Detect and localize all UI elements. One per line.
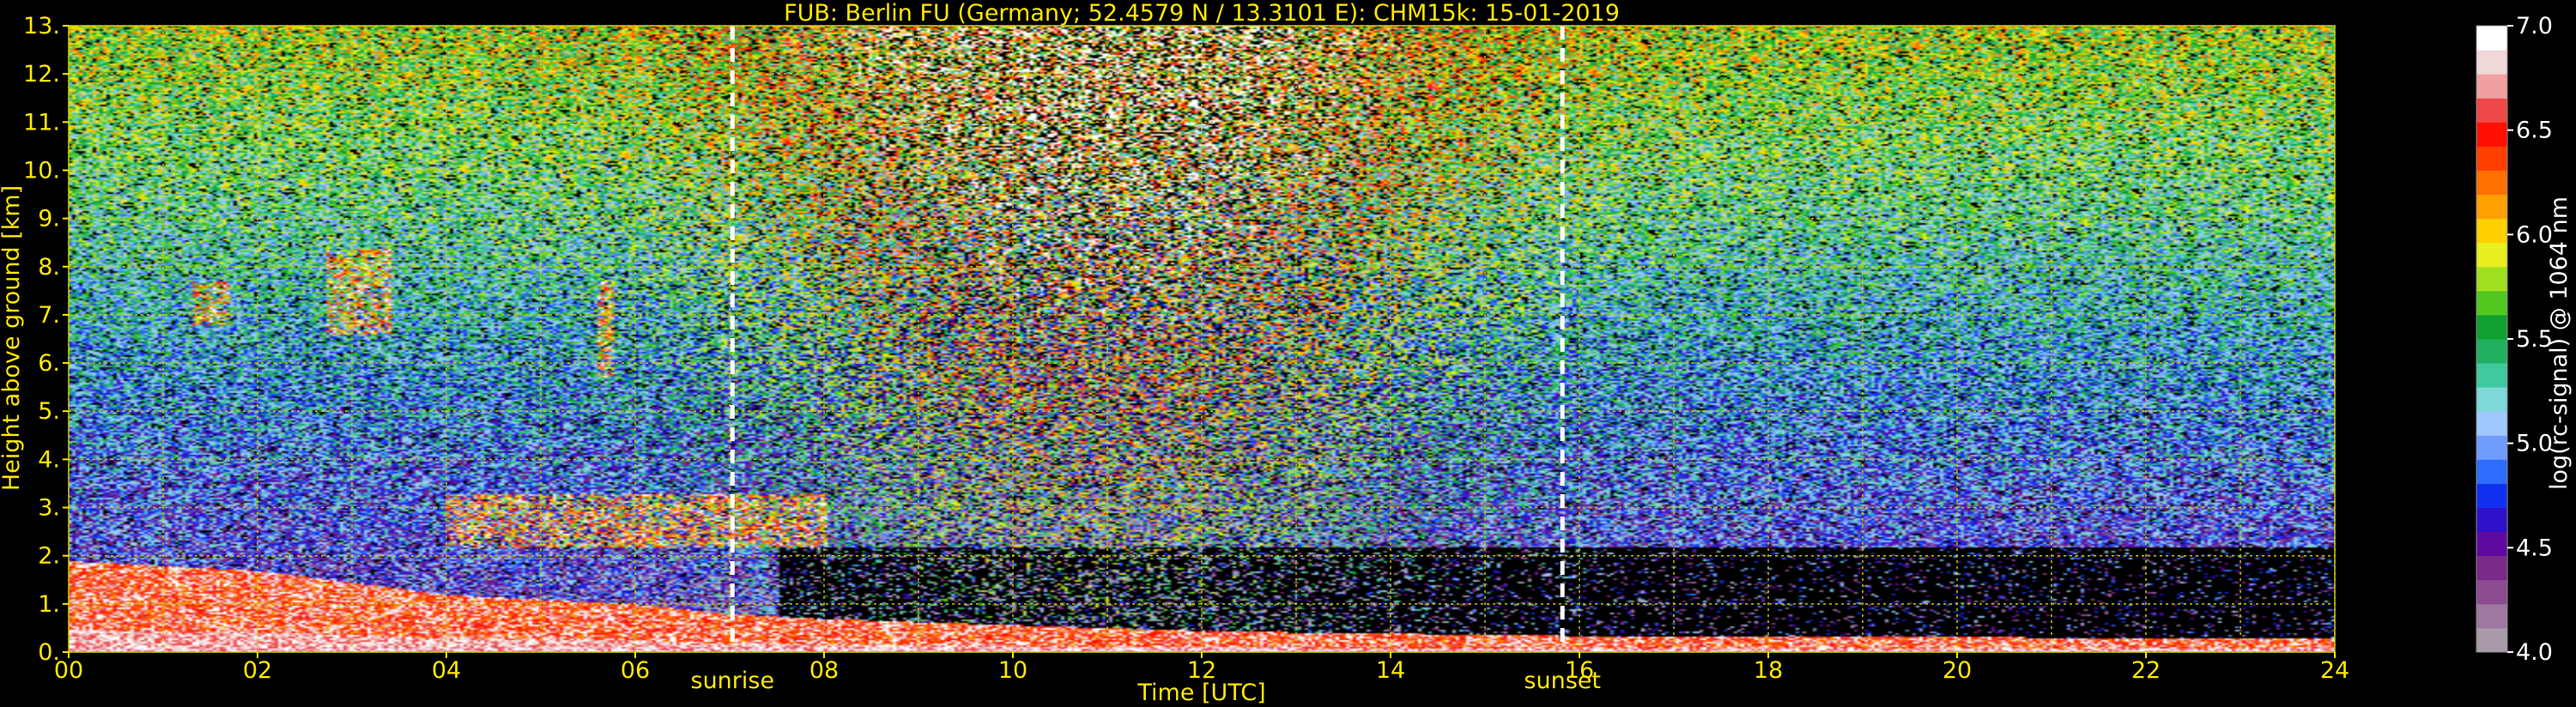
colorbar-segment — [2476, 50, 2507, 75]
y-tick-label: 11. — [23, 109, 60, 136]
x-tick-label: 02 — [243, 657, 272, 684]
colorbar-segment — [2476, 483, 2507, 509]
y-tick-label: 12. — [23, 61, 60, 88]
x-tick-label: 08 — [809, 657, 839, 684]
colorbar-segment — [2476, 266, 2507, 292]
y-tick-label: 5. — [38, 398, 60, 425]
colorbar-segment — [2476, 387, 2507, 412]
chart-title: FUB: Berlin FU (Germany; 52.4579 N / 13.… — [784, 0, 1620, 27]
colorbar-label: log(rc-signal) @ 1064 nm — [2546, 196, 2573, 490]
colorbar-segment — [2476, 194, 2507, 220]
y-tick-label: 4. — [38, 446, 60, 473]
y-axis-label: Height above ground [km] — [0, 185, 25, 491]
y-tick-label: 3. — [38, 495, 60, 522]
colorbar-segment — [2476, 603, 2507, 629]
colorbar-segment — [2476, 122, 2507, 147]
x-tick-label: 16 — [1565, 657, 1594, 684]
colorbar-tick-label: 4.5 — [2516, 535, 2553, 561]
y-tick-label: 10. — [23, 157, 60, 184]
colorbar-tick-label: 7.0 — [2516, 13, 2553, 39]
colorbar-segment — [2476, 555, 2507, 581]
x-tick-label: 14 — [1376, 657, 1405, 684]
colorbar-segment — [2476, 507, 2507, 533]
x-axis-label: Time [UTC] — [1136, 680, 1265, 706]
colorbar-segment — [2476, 98, 2507, 123]
y-tick-label: 8. — [38, 254, 60, 281]
sunrise-label: sunrise — [691, 668, 775, 694]
y-tick-label: 7. — [38, 302, 60, 329]
colorbar-segment — [2476, 627, 2507, 653]
x-tick-label: 06 — [621, 657, 650, 684]
x-tick-label: 24 — [2320, 657, 2349, 684]
colorbar-segment — [2476, 314, 2507, 340]
colorbar-segment — [2476, 26, 2507, 51]
x-tick-label: 22 — [2131, 657, 2161, 684]
colorbar-segment — [2476, 242, 2507, 268]
colorbar-segment — [2476, 74, 2507, 99]
colorbar-segment — [2476, 170, 2507, 196]
colorbar-segment — [2476, 411, 2507, 436]
y-tick-label: 13. — [23, 13, 60, 39]
y-tick-label: 0. — [38, 639, 60, 666]
x-tick-label: 20 — [1943, 657, 1972, 684]
ceilometer-chart: FUB: Berlin FU (Germany; 52.4579 N / 13.… — [0, 0, 2576, 707]
colorbar-segment — [2476, 146, 2507, 171]
colorbar-segment — [2476, 459, 2507, 484]
y-tick-label: 6. — [38, 350, 60, 377]
colorbar-segment — [2476, 218, 2507, 244]
x-tick-label: 10 — [998, 657, 1027, 684]
x-tick-label: 18 — [1754, 657, 1783, 684]
colorbar-segment — [2476, 579, 2507, 605]
y-tick-label: 2. — [38, 543, 60, 570]
x-tick-label: 04 — [432, 657, 461, 684]
colorbar-segment — [2476, 290, 2507, 316]
colorbar-segment — [2476, 339, 2507, 364]
colorbar-tick-label: 6.5 — [2516, 118, 2553, 144]
y-tick-label: 1. — [38, 591, 60, 618]
y-tick-label: 9. — [38, 206, 60, 233]
colorbar-tick-label: 4.0 — [2516, 639, 2553, 666]
colorbar-segment — [2476, 435, 2507, 460]
colorbar-segment — [2476, 531, 2507, 557]
colorbar-segment — [2476, 363, 2507, 388]
